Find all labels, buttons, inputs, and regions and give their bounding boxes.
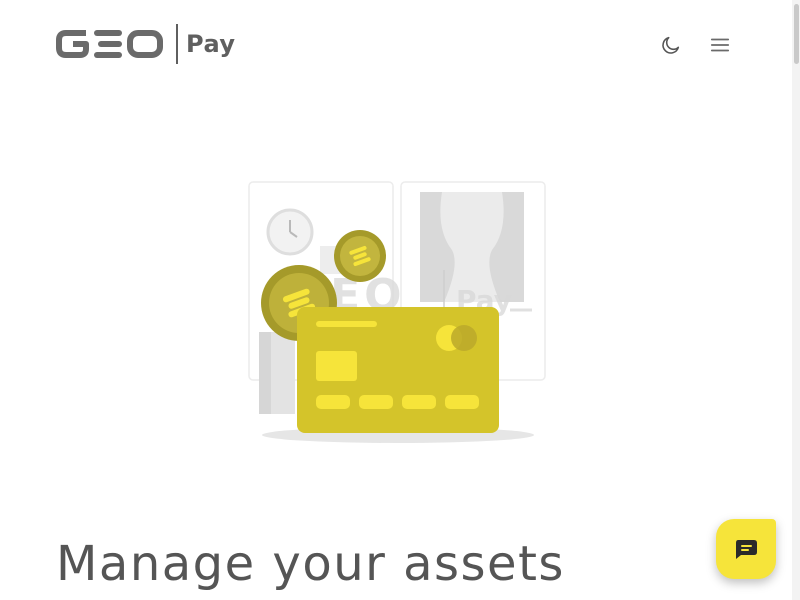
header: Pay [56,22,736,66]
theme-toggle-button[interactable] [658,32,684,58]
coin-icon-small [334,230,386,282]
page: Pay GEO Pay Manage your assets [0,0,800,600]
menu-button[interactable] [707,32,733,58]
geo-logo-mark [56,27,164,61]
chat-button[interactable] [716,519,776,579]
hero-title: Manage your assets [56,536,565,592]
clock-icon [266,208,314,256]
credit-card-icon [297,307,499,433]
hamburger-menu-icon [710,38,730,52]
brand-logo[interactable]: Pay [56,22,236,66]
scrollbar[interactable] [792,0,800,600]
logo-divider [176,24,178,64]
scrollbar-thumb[interactable] [794,4,799,64]
geo-logo-icon [56,30,163,58]
chat-bubble-icon [736,540,757,559]
payment-illustration: GEO Pay [248,181,546,443]
brand-product-label: Pay [186,30,236,58]
moon-icon [662,36,680,54]
hero-illustration: GEO Pay [230,170,560,460]
